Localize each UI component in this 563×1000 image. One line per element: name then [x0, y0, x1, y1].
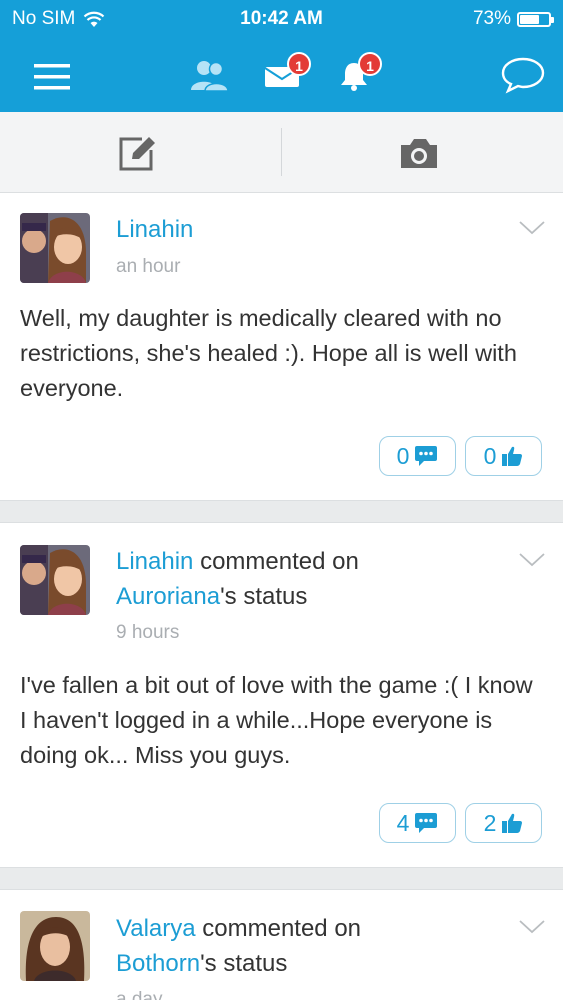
- compose-divider: [281, 128, 282, 176]
- messages-badge: 1: [287, 52, 311, 76]
- menu-icon[interactable]: [34, 64, 70, 90]
- like-count: 0: [483, 442, 497, 469]
- chevron-down-icon[interactable]: [519, 221, 545, 235]
- battery-icon: [517, 11, 554, 27]
- author-link[interactable]: Linahin: [116, 216, 193, 243]
- author-link[interactable]: Linahin: [116, 548, 193, 575]
- friends-icon[interactable]: [190, 60, 230, 92]
- post-time: an hour: [116, 256, 181, 277]
- battery-percent: 73%: [472, 8, 511, 29]
- comment-count: 0: [396, 442, 410, 469]
- activity-text: commented on: [195, 915, 362, 942]
- like-count: 2: [483, 809, 497, 836]
- thumbs-up-icon: [502, 446, 523, 466]
- avatar[interactable]: [20, 213, 90, 283]
- feed-post: Linahin commented on Auroriana's status …: [0, 522, 563, 868]
- like-button[interactable]: 2: [465, 803, 542, 843]
- post-time: a day: [116, 989, 163, 1000]
- target-suffix: 's status: [220, 583, 308, 610]
- compose-status-icon[interactable]: [118, 134, 158, 172]
- comment-icon: [415, 813, 438, 833]
- target-user-link[interactable]: Auroriana: [116, 583, 220, 610]
- feed-post: Linahin an hour Well, my daughter is med…: [0, 192, 563, 501]
- chevron-down-icon[interactable]: [519, 553, 545, 567]
- notifications-badge: 1: [358, 52, 382, 76]
- target-suffix: 's status: [200, 950, 288, 977]
- chat-icon[interactable]: [500, 56, 546, 94]
- compose-bar: [0, 112, 563, 193]
- author-link[interactable]: Valarya: [116, 915, 196, 942]
- chevron-down-icon[interactable]: [519, 920, 545, 934]
- comments-button[interactable]: 0: [379, 436, 456, 476]
- comment-icon: [415, 446, 438, 466]
- activity-text: commented on: [193, 548, 359, 575]
- target-user-link[interactable]: Bothorn: [116, 950, 200, 977]
- comments-button[interactable]: 4: [379, 803, 456, 843]
- avatar[interactable]: [20, 545, 90, 615]
- nav-bar: 1 1: [0, 38, 563, 112]
- comment-count: 4: [396, 809, 410, 836]
- feed-post: Valarya commented on Bothorn's status a …: [0, 889, 563, 1000]
- camera-icon[interactable]: [398, 137, 440, 171]
- thumbs-up-icon: [502, 813, 523, 833]
- like-button[interactable]: 0: [465, 436, 542, 476]
- status-bar: No SIM 10:42 AM 73%: [0, 0, 563, 38]
- avatar[interactable]: [20, 911, 90, 981]
- post-text: I've fallen a bit out of love with the g…: [20, 672, 533, 768]
- post-time: 9 hours: [116, 622, 180, 643]
- top-bar: No SIM 10:42 AM 73% 1 1: [0, 0, 563, 112]
- post-text: Well, my daughter is medically cleared w…: [20, 305, 517, 401]
